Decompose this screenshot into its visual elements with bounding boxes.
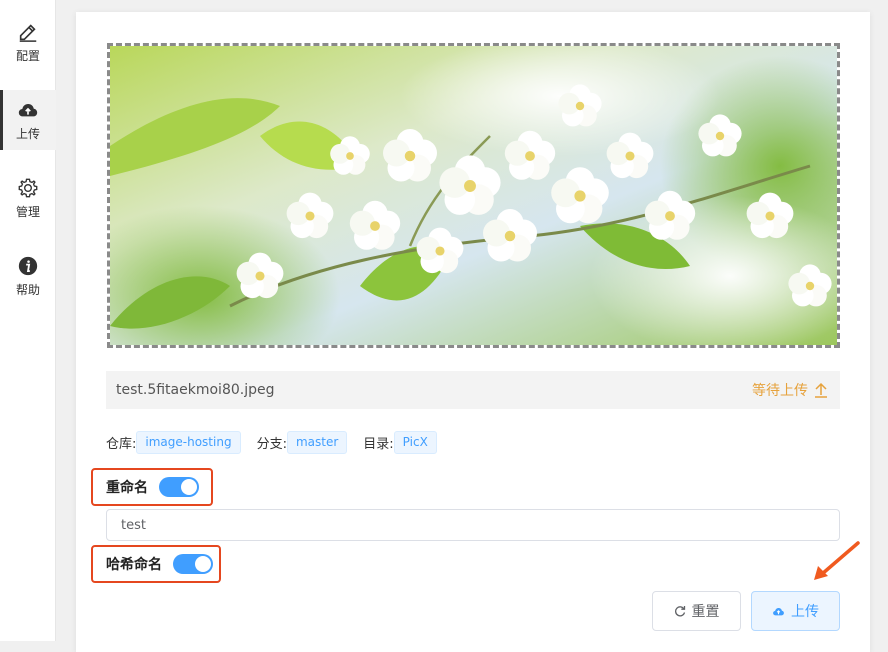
hash-rename-label: 哈希命名 (106, 557, 162, 573)
sidebar-item-upload[interactable]: 上传 (0, 90, 56, 150)
upload-arrow-icon (815, 382, 827, 398)
sidebar-item-label: 管理 (15, 204, 40, 219)
file-name: test.5fitaekmoi80.jpeg (116, 382, 275, 398)
branch-label: 分支: (256, 436, 287, 452)
hash-rename-switch[interactable] (173, 554, 213, 574)
repo-label: 仓库: (106, 436, 137, 452)
sidebar-item-label: 上传 (15, 126, 40, 141)
gear-icon (18, 178, 38, 197)
upload-status: 等待上传 (752, 380, 828, 400)
upload-panel: test.5fitaekmoi80.jpeg 等待上传 仓库: image-ho… (76, 12, 870, 652)
preview-image (110, 46, 837, 345)
file-info-bar: test.5fitaekmoi80.jpeg 等待上传 (106, 371, 840, 409)
image-drop-zone[interactable] (107, 43, 840, 348)
sidebar-item-config[interactable]: 配置 (0, 12, 56, 72)
repo-info: 仓库: image-hosting 分支: master 目录: PicX (106, 430, 453, 454)
annotation-arrow-icon (814, 541, 860, 580)
reset-button[interactable]: 重置 (652, 591, 741, 631)
upload-label: 上传 (791, 604, 819, 620)
upload-button[interactable]: 上传 (751, 591, 840, 631)
hash-rename-toggle-group: 哈希命名 (91, 545, 221, 583)
rename-toggle-group: 重命名 (91, 468, 213, 506)
rename-label: 重命名 (106, 480, 148, 496)
dir-tag: PicX (393, 430, 437, 454)
branch-tag: master (286, 430, 348, 454)
repo-tag: image-hosting (136, 430, 241, 454)
sidebar: 配置 上传 管理 帮助 (0, 0, 56, 641)
cloud-upload-icon (773, 608, 784, 616)
refresh-icon (674, 606, 685, 617)
sidebar-item-manage[interactable]: 管理 (0, 168, 56, 228)
rename-input[interactable] (106, 509, 840, 541)
cloud-upload-icon (18, 103, 38, 116)
dir-label: 目录: (363, 436, 394, 452)
reset-label: 重置 (691, 604, 720, 620)
upload-status-text: 等待上传 (752, 383, 808, 399)
sidebar-item-label: 配置 (15, 48, 40, 63)
info-icon (18, 256, 38, 275)
pencil-icon (19, 23, 37, 42)
rename-switch[interactable] (159, 477, 199, 497)
sidebar-item-label: 帮助 (15, 282, 40, 297)
sidebar-item-help[interactable]: 帮助 (0, 246, 56, 306)
